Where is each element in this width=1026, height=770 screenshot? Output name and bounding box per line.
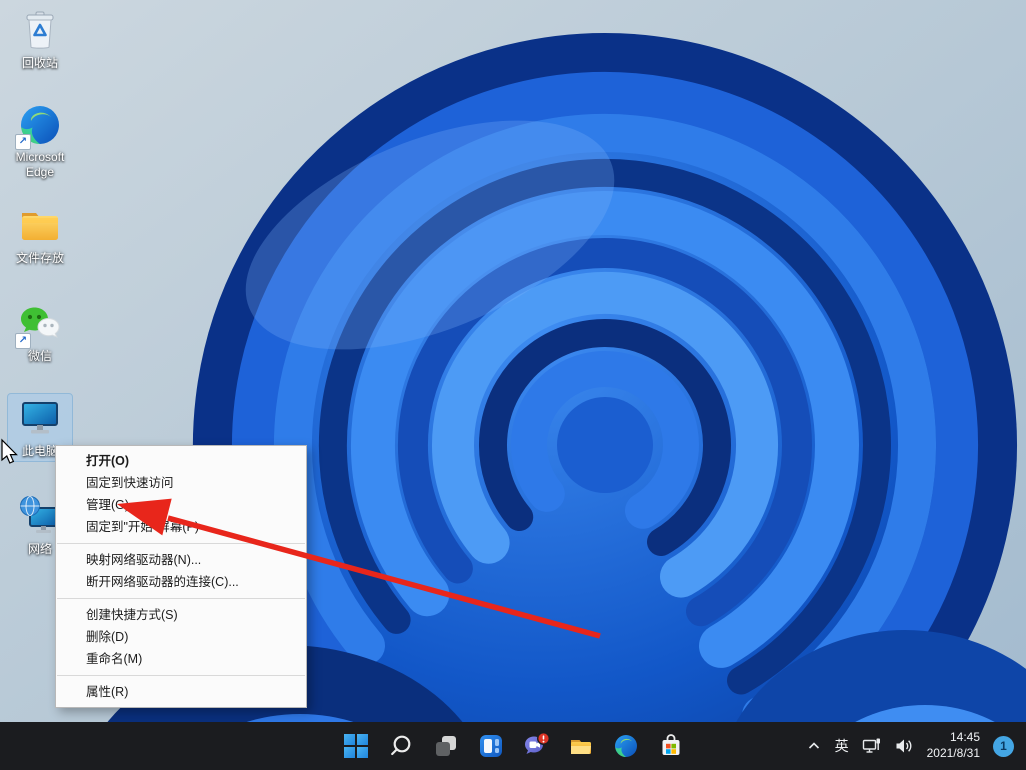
notification-badge[interactable]: 1 xyxy=(993,735,1014,757)
volume-icon xyxy=(896,739,912,753)
desktop-icon-label: 网络 xyxy=(27,542,52,556)
search-button[interactable] xyxy=(378,726,423,766)
desktop-icon-label: 此电脑 xyxy=(21,444,58,458)
desktop-icon-label: 回收站 xyxy=(21,56,58,70)
windows-start-icon xyxy=(343,734,368,758)
menu-separator xyxy=(57,598,305,599)
widgets-icon xyxy=(479,735,502,757)
wechat-icon: ↗ xyxy=(15,301,63,349)
tray-time: 14:45 xyxy=(949,730,980,745)
menu-item-properties[interactable]: 属性(R) xyxy=(56,681,306,703)
store-button[interactable] xyxy=(648,726,693,766)
shortcut-arrow-icon: ↗ xyxy=(15,134,31,150)
task-view-button[interactable] xyxy=(423,726,468,766)
search-icon xyxy=(390,735,410,756)
chat-icon xyxy=(524,732,550,754)
system-tray: 英 14:45 2021/8/31 1 xyxy=(806,722,1014,770)
edge-button[interactable] xyxy=(603,726,648,766)
start-button[interactable] xyxy=(333,726,378,766)
menu-item-create-shortcut[interactable]: 创建快捷方式(S) xyxy=(56,604,306,626)
network-status-icon xyxy=(862,738,880,753)
desktop-icon-label: 文件存放 xyxy=(15,251,64,265)
recycle-bin-icon xyxy=(17,8,63,54)
tray-date: 2021/8/31 xyxy=(926,746,980,760)
this-pc-icon xyxy=(17,396,63,442)
chevron-up-icon xyxy=(808,742,819,749)
menu-separator xyxy=(57,543,305,544)
menu-item-open[interactable]: 打开(O) xyxy=(56,450,306,472)
ime-indicator[interactable]: 英 xyxy=(835,736,849,756)
desktop-icon-wechat[interactable]: ↗ 微信 xyxy=(8,299,72,366)
desktop-icon-label: 微信 xyxy=(27,349,52,363)
file-explorer-icon xyxy=(570,740,591,754)
desktop-icon-edge[interactable]: ↗ Microsoft Edge xyxy=(8,100,72,182)
menu-item-pin-to-start[interactable]: 固定到"开始"屏幕(P) xyxy=(56,516,306,538)
taskbar: 英 14:45 2021/8/31 1 xyxy=(0,722,1026,770)
menu-item-pin-quick-access[interactable]: 固定到快速访问 xyxy=(56,472,306,494)
desktop-icon-files[interactable]: 文件存放 xyxy=(8,201,72,268)
menu-item-rename[interactable]: 重命名(M) xyxy=(56,648,306,670)
task-view-icon xyxy=(435,736,456,756)
store-icon xyxy=(662,734,679,755)
tray-network-button[interactable] xyxy=(862,737,882,755)
context-menu: 打开(O) 固定到快速访问 管理(G) 固定到"开始"屏幕(P) 映射网络驱动器… xyxy=(55,445,307,708)
folder-icon xyxy=(17,203,63,249)
tray-volume-button[interactable] xyxy=(895,738,914,754)
taskbar-center xyxy=(333,722,693,770)
widgets-button[interactable] xyxy=(468,726,513,766)
menu-item-delete[interactable]: 删除(D) xyxy=(56,626,306,648)
desktop-icon-recycle-bin[interactable]: 回收站 xyxy=(8,6,72,73)
menu-separator xyxy=(57,675,305,676)
edge-icon xyxy=(614,735,637,757)
desktop-icon-label: Microsoft Edge xyxy=(15,150,65,179)
chat-button[interactable] xyxy=(513,726,558,766)
menu-item-disconnect-network-drive[interactable]: 断开网络驱动器的连接(C)... xyxy=(56,571,306,593)
shortcut-arrow-icon: ↗ xyxy=(15,333,31,349)
tray-chevron-up-button[interactable] xyxy=(806,738,822,754)
edge-icon: ↗ xyxy=(15,102,63,150)
menu-item-map-network-drive[interactable]: 映射网络驱动器(N)... xyxy=(56,549,306,571)
menu-item-manage[interactable]: 管理(G) xyxy=(56,494,306,516)
file-explorer-button[interactable] xyxy=(558,726,603,766)
tray-clock[interactable]: 14:45 2021/8/31 xyxy=(927,730,980,761)
